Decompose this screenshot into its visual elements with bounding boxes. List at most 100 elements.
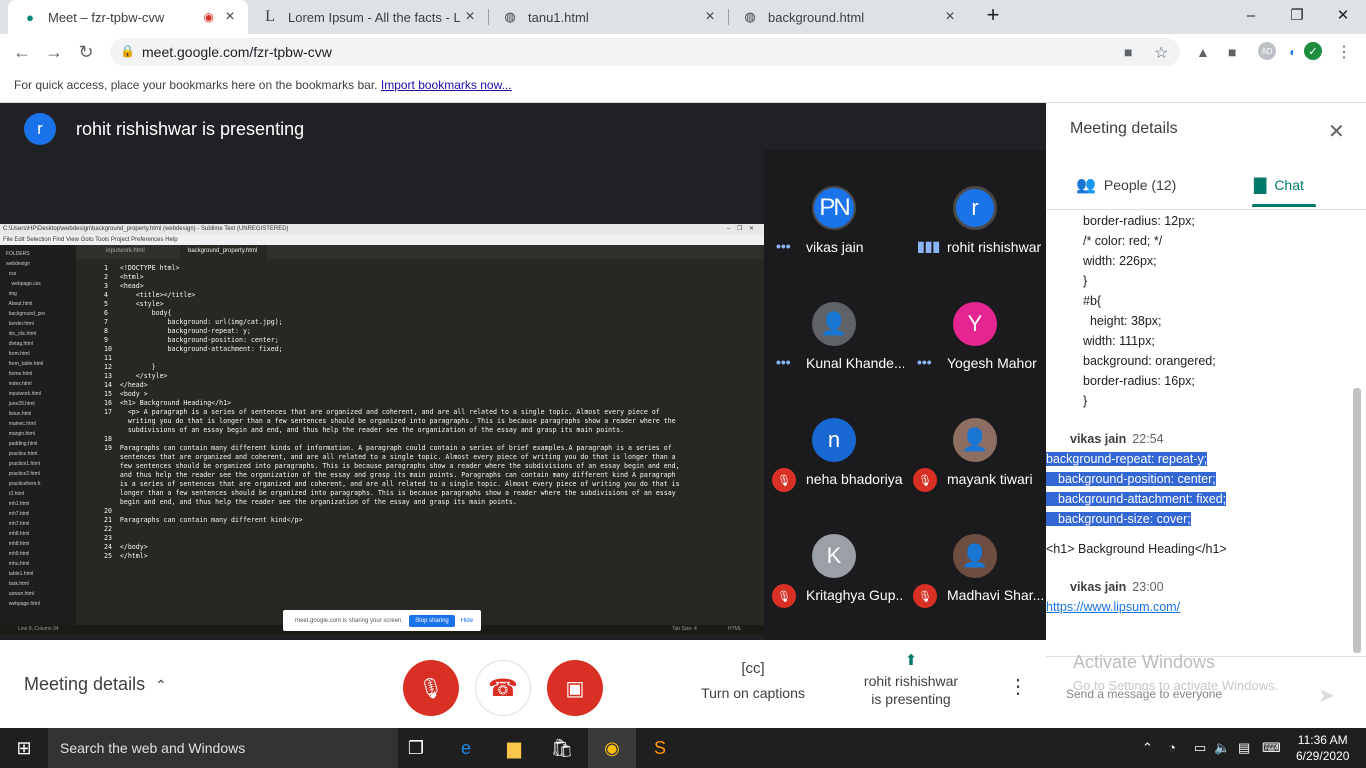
stop-sharing-button[interactable]: Stop sharing (409, 614, 455, 627)
chevron-up-icon[interactable]: ⌃ (1142, 740, 1153, 756)
participant-tile[interactable]: 👤 🎙 mayank tiwari (905, 382, 1046, 498)
leave-call-button[interactable]: ☎ (475, 660, 531, 716)
participant-tile[interactable]: n 🎙 neha bhadoriya (764, 382, 905, 498)
task-view-icon[interactable]: ❐ (392, 728, 440, 768)
chat-line: border-radius: 12px; (1083, 214, 1195, 228)
extension-icon[interactable]: ▲ (1196, 44, 1210, 60)
participant-name: Madhavi Shar... (947, 587, 1045, 603)
editor-tabs: inputwork.html background_property.html (76, 245, 764, 259)
keyboard-icon[interactable]: ⌨ (1262, 740, 1281, 756)
star-icon[interactable]: ☆ (1154, 43, 1168, 63)
divider (1046, 209, 1366, 210)
tab-lipsum[interactable]: L Lorem Ipsum - All the facts - Lips × (248, 0, 488, 34)
globe-icon: ◍ (744, 9, 756, 24)
address-bar[interactable]: 🔒 meet.google.com/fzr-tpbw-cvw ■ ☆ (110, 38, 1180, 66)
participant-tile[interactable]: PN ••• vikas jain (764, 150, 905, 266)
chat-link[interactable]: https://www.lipsum.com/ (1046, 600, 1180, 614)
chat-line: } (1083, 274, 1088, 288)
participant-name: vikas jain (806, 239, 864, 255)
editor-tabsize: Tab Size: 4 (672, 626, 697, 632)
edge-icon[interactable]: e (442, 728, 490, 768)
battery-icon[interactable]: ▭ (1194, 740, 1206, 756)
close-tab-icon[interactable]: × (940, 8, 960, 26)
participant-tile[interactable]: 👤 ••• Kunal Khande... (764, 266, 905, 382)
more-options-icon[interactable]: ⋮ (1008, 674, 1028, 699)
tab-tanu1[interactable]: ◍ tanu1.html × (488, 0, 728, 34)
close-tab-icon[interactable]: × (460, 8, 480, 26)
taskbar-search[interactable]: Search the web and Windows (48, 728, 398, 768)
bookmarks-hint: For quick access, place your bookmarks h… (14, 78, 378, 92)
editor-sidebar: FOLDERS webdesign css webpage.css img Ab… (0, 245, 76, 625)
sublime-icon[interactable]: S (636, 728, 684, 768)
back-button[interactable]: ← (10, 40, 34, 64)
chat-scrollbar[interactable] (1353, 388, 1361, 653)
video-extension-icon[interactable]: ■ (1228, 44, 1236, 60)
new-tab-button[interactable]: + (970, 0, 1016, 30)
camera-icon[interactable]: ■ (1124, 44, 1132, 60)
meeting-details-label: Meeting details (24, 674, 146, 694)
captions-label: Turn on captions (701, 685, 805, 701)
participant-name: rohit rishishwar (947, 239, 1042, 255)
message-header: vikas jain 23:00 (1070, 577, 1352, 597)
chrome-icon[interactable]: ◉ (588, 728, 636, 768)
captions-button[interactable]: [cc] Turn on captions (700, 660, 806, 701)
panel-title: Meeting details (1070, 120, 1178, 137)
participant-tile[interactable]: 👤 🎙 Madhavi Shar... (905, 498, 1046, 614)
camera-off-button[interactable]: ▣ (547, 660, 603, 716)
tab-meet[interactable]: ● Meet – fzr-tpbw-cvw ◉ × (8, 0, 248, 34)
clock[interactable]: 11:36 AM 6/29/2020 (1296, 732, 1349, 764)
editor-tab-active: background_property.html (180, 245, 266, 259)
participant-avatar: K (812, 534, 856, 578)
chat-line: background-repeat: repeat-y; (1046, 452, 1208, 466)
close-window-button[interactable]: ✕ (1320, 0, 1366, 30)
mic-off-button[interactable]: 🎙 (403, 660, 459, 716)
participant-tile[interactable]: r ▮▮▮ rohit rishishwar (905, 150, 1046, 266)
chat-line: border-radius: 16px; (1083, 374, 1195, 388)
extension-icon[interactable]: ◐ (1284, 43, 1302, 61)
participant-photo: 👤 (953, 534, 997, 578)
store-icon[interactable]: 🛍 (538, 728, 586, 768)
tab-people[interactable]: 👥 People (12) (1076, 175, 1176, 195)
meeting-details-button[interactable]: Meeting details ⌃ (24, 674, 167, 695)
chat-tab-label: Chat (1274, 177, 1304, 193)
active-tab-indicator (1252, 204, 1316, 207)
close-tab-icon[interactable]: × (220, 8, 240, 26)
profile-avatar[interactable]: AD (1258, 42, 1276, 60)
menu-icon[interactable]: ⋮ (1336, 42, 1352, 62)
maximize-button[interactable]: ❐ (1274, 0, 1320, 30)
windows-start-icon[interactable]: ⊞ (0, 728, 48, 768)
volume-icon[interactable]: 🔈 (1214, 740, 1230, 756)
browser-tab-strip: ● Meet – fzr-tpbw-cvw ◉ × L Lorem Ipsum … (0, 0, 1366, 34)
import-bookmarks-link[interactable]: Import bookmarks now... (381, 78, 512, 92)
hang-up-icon: ☎ (488, 674, 518, 702)
participant-tile[interactable]: K 🎙 Kritaghya Gup... (764, 498, 905, 614)
close-tab-icon[interactable]: × (700, 8, 720, 26)
presenting-button[interactable]: ⬆ rohit rishishwar is presenting (860, 652, 962, 708)
message-time: 22:54 (1132, 432, 1164, 446)
chat-line: } (1083, 394, 1088, 408)
minimize-button[interactable]: – (1228, 0, 1274, 30)
chat-icon: ▇ (1254, 177, 1267, 194)
chat-line: height: 38px; (1083, 314, 1162, 328)
network-icon[interactable]: ◔ (1168, 740, 1176, 755)
reload-button[interactable]: ↻ (74, 40, 98, 64)
meet-icon: ● (26, 9, 34, 25)
forward-button[interactable]: → (42, 40, 66, 64)
tab-background[interactable]: ◍ background.html × (728, 0, 968, 34)
participant-avatar: PN (812, 186, 856, 230)
close-panel-icon[interactable]: ✕ (1328, 119, 1345, 144)
notification-icon[interactable]: ▤ (1238, 740, 1250, 756)
tab-chat[interactable]: ▇ Chat (1254, 175, 1304, 195)
sender-name: vikas jain (1070, 580, 1127, 594)
shield-check-icon[interactable]: ✓ (1304, 42, 1322, 60)
chat-line: /* color: red; */ (1083, 234, 1163, 248)
editor-menubar: File Edit Selection Find View Goto Tools… (0, 235, 764, 245)
send-icon[interactable]: ➤ (1318, 683, 1335, 708)
hide-button[interactable]: Hide (461, 618, 473, 624)
chat-line: background-position: center; (1046, 472, 1216, 486)
file-explorer-icon[interactable]: ▆ (490, 728, 538, 768)
mic-off-icon: 🎙 (772, 468, 796, 492)
presenter-label: rohit rishishwar is presenting (76, 118, 305, 139)
participant-tile[interactable]: Y ••• Yogesh Mahor (905, 266, 1046, 382)
activation-watermark-sub: Go to Settings to activate Windows. (1073, 678, 1279, 693)
